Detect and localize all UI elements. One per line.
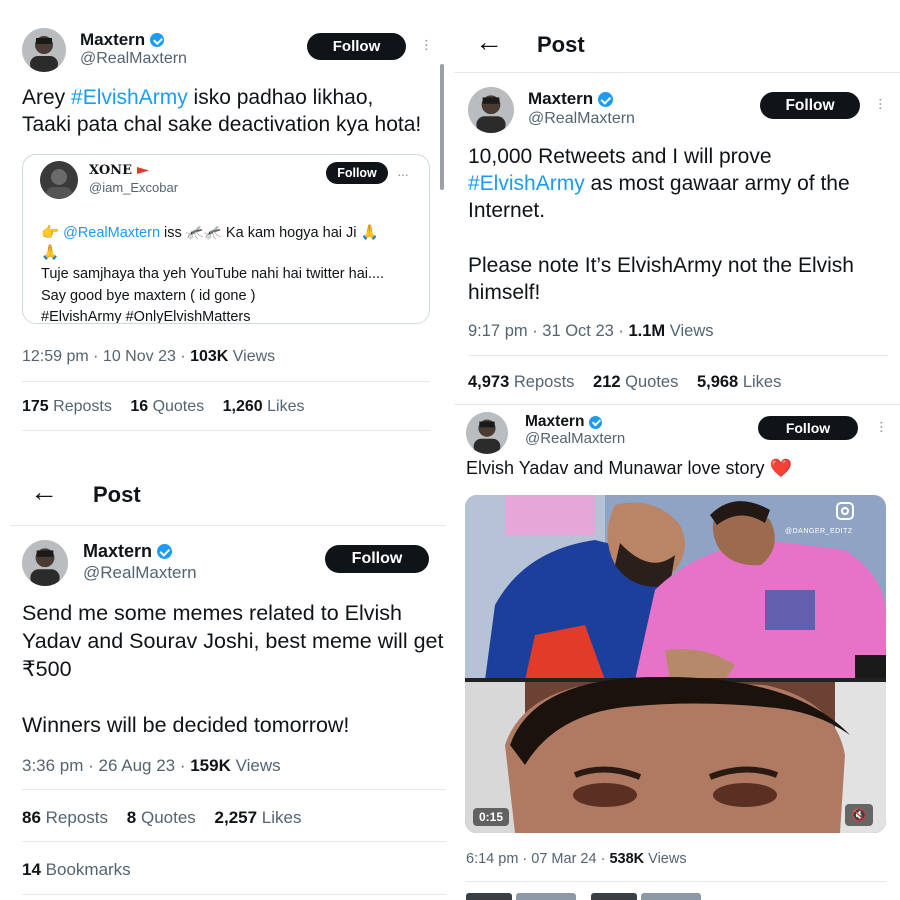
verified-badge-icon	[589, 415, 603, 429]
avatar[interactable]	[466, 412, 508, 454]
timestamp-views: 3:36 pm · 26 Aug 23 · 159K Views	[22, 756, 281, 775]
likes-stat[interactable]: 5,968 Likes	[697, 373, 781, 391]
hashtag-link[interactable]: #ElvishArmy	[71, 86, 188, 109]
quoted-avatar[interactable]	[40, 161, 78, 199]
author-name[interactable]: Maxtern	[528, 89, 614, 109]
quotes-stat[interactable]: 8 Quotes	[127, 808, 196, 827]
verified-badge-icon	[157, 544, 173, 559]
video-frame	[465, 495, 886, 833]
quoted-tweet-card[interactable]: XONE @iam_Excobar Follow ··· 👉 @RealMaxt…	[22, 154, 430, 324]
quotes-stat[interactable]: 16 Quotes	[130, 398, 204, 415]
quoted-author-name[interactable]: XONE	[89, 163, 149, 178]
video-player[interactable]: @DANGER_EDITZ 0:15 🔇	[465, 495, 886, 833]
reposts-stat[interactable]: 4,973 Reposts	[468, 373, 574, 391]
back-arrow-icon[interactable]: ←	[30, 478, 58, 506]
tweet-text: Arey #ElvishArmy isko padhao likhao, Taa…	[22, 86, 422, 136]
likes-stat[interactable]: 1,260 Likes	[223, 398, 305, 415]
author-handle[interactable]: @RealMaxtern	[83, 563, 197, 583]
back-arrow-icon[interactable]: ←	[475, 28, 503, 56]
author-name[interactable]: Maxtern	[83, 541, 173, 562]
follow-button[interactable]: Follow	[307, 33, 406, 60]
scrollbar[interactable]	[440, 64, 444, 190]
author-name[interactable]: Maxtern	[525, 413, 603, 431]
divider	[468, 355, 888, 356]
quotes-stat[interactable]: 212 Quotes	[593, 373, 678, 391]
quoted-follow-button[interactable]: Follow	[326, 162, 388, 184]
divider	[454, 404, 900, 405]
quoted-text-line: Tuje samjhaya tha yeh YouTube nahi hai t…	[41, 266, 385, 282]
page-title: Post	[93, 482, 141, 507]
timestamp-views: 9:17 pm · 31 Oct 23 · 1.1M Views	[468, 322, 714, 340]
tweet-panel-4: Maxtern @RealMaxtern Follow ··· Elvish Y…	[454, 404, 900, 900]
header-divider	[10, 525, 446, 526]
instagram-icon	[836, 502, 854, 520]
tweet-panel-3: ← Post Maxtern @RealMaxtern Follow ··· 1…	[454, 0, 900, 400]
quoted-author-handle[interactable]: @iam_Excobar	[89, 180, 178, 195]
divider	[22, 381, 430, 382]
timestamp-views: 6:14 pm · 07 Mar 24 · 538K Views	[466, 851, 687, 867]
video-watermark: @DANGER_EDITZ	[785, 528, 853, 535]
quoted-hashtags[interactable]: #ElvishArmy #OnlyElvishMatters	[41, 307, 251, 323]
tweet-panel-2: ← Post Maxtern @RealMaxtern Follow Send …	[0, 448, 448, 900]
author-handle[interactable]: @RealMaxtern	[80, 50, 187, 68]
verified-badge-icon	[150, 33, 165, 47]
quoted-more-options-icon[interactable]: ···	[397, 167, 409, 181]
tweet-text: Send me some memes related to Elvish Yad…	[22, 601, 444, 737]
timestamp-views: 12:59 pm · 10 Nov 23 · 103K Views	[22, 348, 276, 365]
author-name[interactable]: Maxtern	[80, 30, 165, 50]
divider	[22, 430, 430, 431]
mention-link[interactable]: @RealMaxtern	[63, 225, 160, 241]
page-title: Post	[537, 32, 585, 57]
divider	[466, 881, 886, 882]
more-options-icon[interactable]: ···	[418, 38, 435, 51]
flag-icon	[136, 167, 149, 174]
hashtag-link[interactable]: #ElvishArmy	[468, 172, 585, 195]
author-handle[interactable]: @RealMaxtern	[525, 430, 625, 447]
follow-button[interactable]: Follow	[325, 545, 429, 573]
engagement-stats-cutoff	[466, 893, 766, 900]
tweet-panel-1: Maxtern @RealMaxtern Follow ··· Arey #El…	[0, 0, 448, 440]
quoted-text-line: Say good bye maxtern ( id gone )	[41, 288, 256, 304]
tweet-text: Elvish Yadav and Munawar love story ❤️	[466, 458, 792, 478]
avatar[interactable]	[22, 28, 66, 72]
likes-stat[interactable]: 2,257 Likes	[215, 808, 302, 827]
verified-badge-icon	[598, 91, 614, 107]
divider	[22, 841, 446, 842]
more-options-icon[interactable]: ···	[873, 420, 890, 433]
mute-icon[interactable]: 🔇	[845, 804, 873, 826]
more-options-icon[interactable]: ···	[872, 97, 889, 110]
header-divider	[454, 72, 900, 73]
avatar[interactable]	[22, 540, 68, 586]
engagement-stats: 175 Reposts 16 Quotes 1,260 Likes	[22, 398, 318, 416]
divider	[22, 894, 446, 895]
engagement-stats: 86 Reposts 8 Quotes 2,257 Likes	[22, 808, 315, 828]
tweet-text: 10,000 Retweets and I will prove #Elvish…	[468, 145, 854, 304]
divider	[22, 789, 446, 790]
reposts-stat[interactable]: 86 Reposts	[22, 808, 108, 827]
quoted-text-line: 👉 @RealMaxtern iss 🦟🦟 Ka kam hogya hai J…	[41, 225, 379, 241]
quoted-text-line: 🙏	[41, 245, 60, 261]
engagement-stats: 4,973 Reposts 212 Quotes 5,968 Likes	[468, 373, 795, 392]
avatar[interactable]	[468, 87, 514, 133]
video-duration: 0:15	[473, 808, 510, 826]
follow-button[interactable]: Follow	[758, 416, 858, 440]
bookmarks-stat[interactable]: 14 Bookmarks	[22, 860, 131, 880]
point-icon: 👉	[41, 225, 60, 241]
reposts-stat[interactable]: 175 Reposts	[22, 398, 112, 415]
author-handle[interactable]: @RealMaxtern	[528, 110, 635, 128]
follow-button[interactable]: Follow	[760, 92, 860, 119]
